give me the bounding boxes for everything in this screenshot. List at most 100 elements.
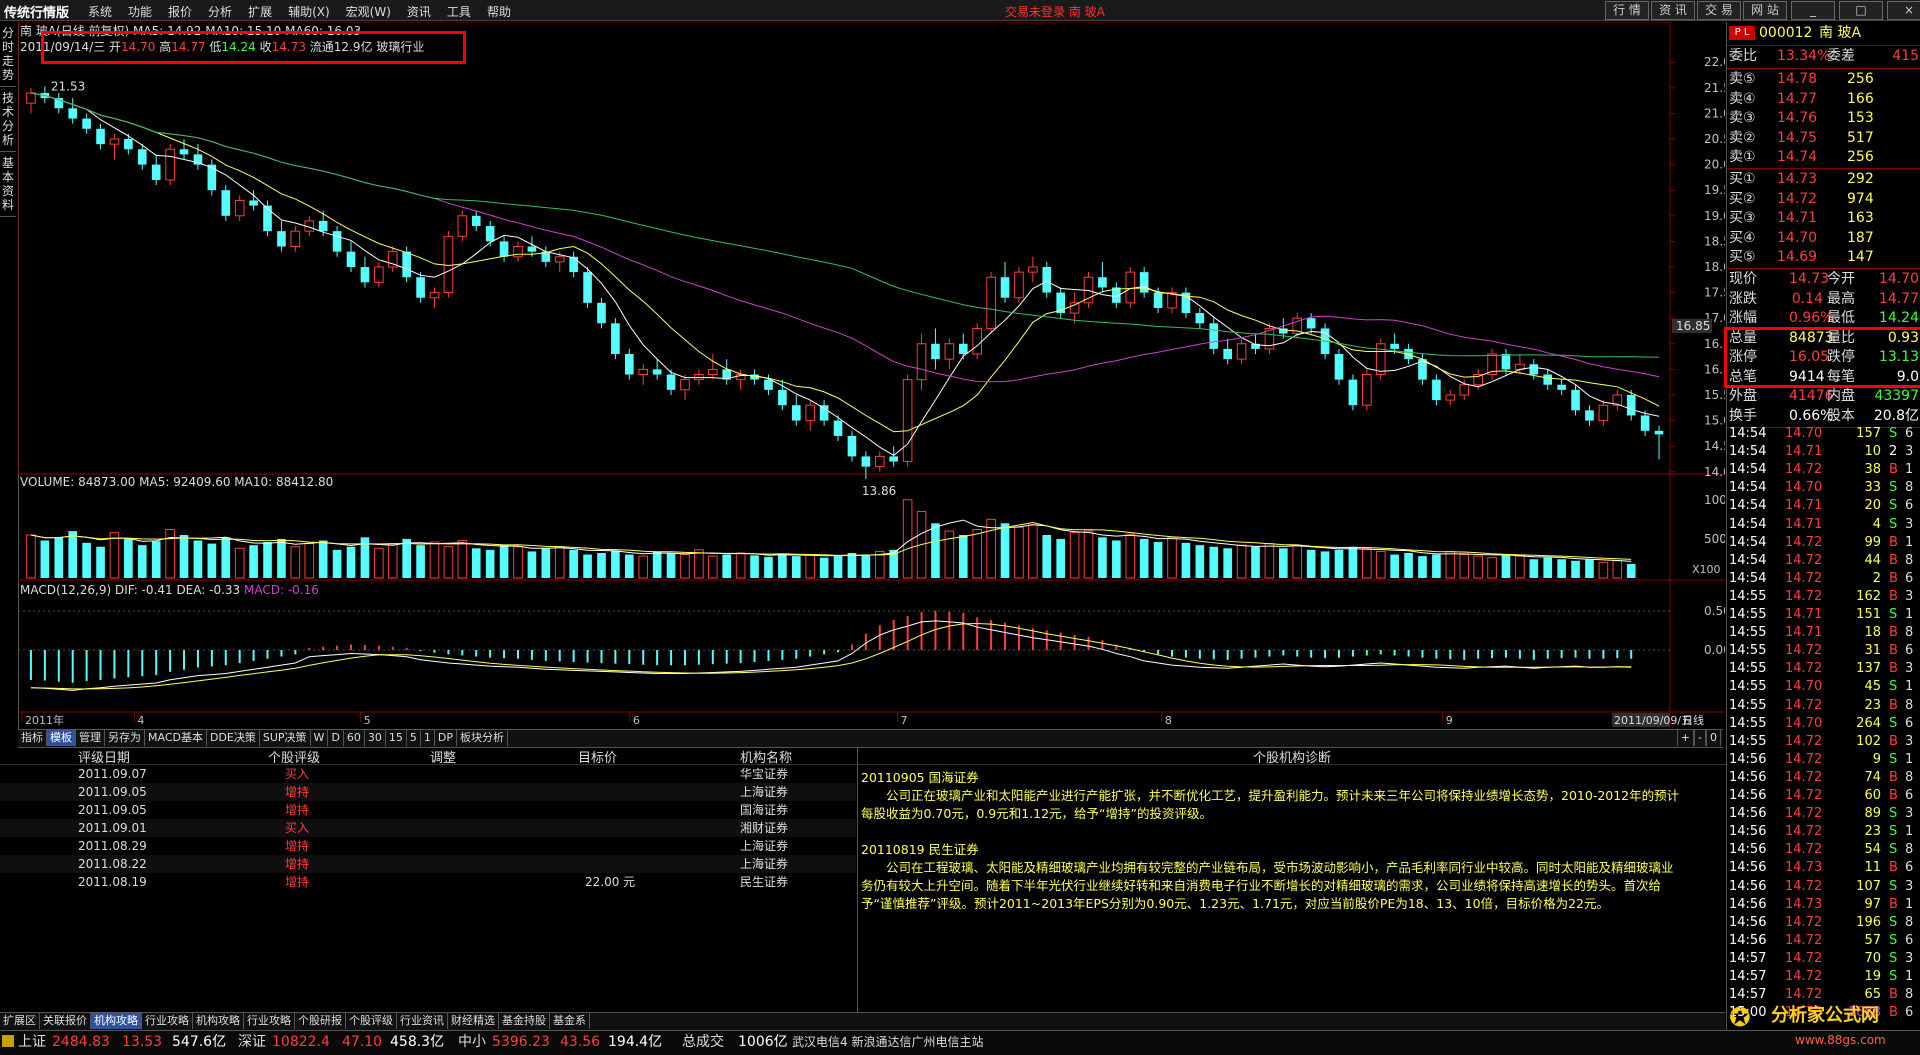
bottom-tab-9[interactable]: 财经精选: [448, 1013, 499, 1029]
volume-bar: [638, 555, 649, 579]
menu-item-0[interactable]: 系统: [88, 3, 112, 20]
kline-chart[interactable]: 南 玻A(日线 前复权) MA5: 14.92 MA10: 15.10 MA60…: [18, 22, 1725, 729]
toolbar-btn-1[interactable]: 模板: [47, 730, 76, 746]
right-tab-1[interactable]: 资 讯: [1651, 1, 1695, 20]
tick-volume: 4: [1872, 516, 1881, 532]
order-volume: 153: [1847, 110, 1874, 126]
volume-bar: [457, 539, 468, 579]
tick-time: 14:56: [1729, 806, 1767, 822]
toolbar-btn-11[interactable]: 15: [386, 730, 407, 746]
tick-row: 14:54 14.71 20 S 6: [1727, 496, 1920, 515]
ratings-row[interactable]: 2011.09.05 增持 上海证券: [0, 783, 856, 801]
toolbar-btn-4[interactable]: MACD基本: [145, 730, 207, 746]
toolbar-btn-3[interactable]: 另存为: [105, 730, 145, 746]
tick-extra: 6: [1905, 498, 1914, 514]
bottom-tab-3[interactable]: 行业攻略: [142, 1013, 193, 1029]
toolbar-btn-10[interactable]: 30: [365, 730, 386, 746]
candle: [485, 226, 495, 242]
tick-time: 14:55: [1729, 588, 1767, 604]
ratings-row[interactable]: 2011.08.19 增持 22.00 元 民生证券: [0, 873, 856, 891]
toolbar-btn-13[interactable]: 1: [421, 730, 435, 746]
bottom-tab-8[interactable]: 行业资讯: [397, 1013, 448, 1029]
tick-side: B: [1889, 697, 1898, 713]
right-tab-2[interactable]: 交 易: [1697, 1, 1741, 20]
ratings-header-2: 调整: [430, 751, 457, 766]
left-tab-2[interactable]: 基本资料: [0, 152, 16, 217]
right-tab-0[interactable]: 行 情: [1605, 1, 1649, 20]
menu-item-6[interactable]: 宏观(W): [346, 3, 391, 20]
volume-bar: [429, 541, 440, 579]
quote-title-row: P L 000012 南 玻A: [1727, 24, 1920, 43]
ratings-row[interactable]: 2011.09.07 买入 华宝证券: [0, 765, 856, 783]
toolbar-btn-7[interactable]: W: [311, 730, 329, 746]
toolbar-btn-5[interactable]: DDE决策: [207, 730, 260, 746]
bottom-tab-2[interactable]: 机构攻略: [91, 1013, 142, 1029]
toolbar-btn-2[interactable]: 管理: [76, 730, 105, 746]
tick-volume: 10: [1864, 444, 1881, 460]
volume-bar: [1000, 523, 1010, 578]
bottom-tab-5[interactable]: 行业攻略: [244, 1013, 295, 1029]
candle: [416, 277, 425, 298]
menu-item-2[interactable]: 报价: [168, 3, 192, 20]
minimize-icon[interactable]: _: [1791, 1, 1835, 20]
ratings-row[interactable]: 2011.09.05 增持 国海证券: [0, 801, 856, 819]
toolbar-btn-6[interactable]: SUP决策: [260, 730, 311, 746]
ratings-row[interactable]: 2011.09.01 买入 湘财证券: [0, 819, 856, 837]
zoom-btn-0[interactable]: +: [1676, 730, 1695, 746]
toolbar-btn-15[interactable]: 板块分析: [457, 730, 509, 746]
candle: [471, 215, 481, 227]
bottom-tab-6[interactable]: 个股研报: [295, 1013, 346, 1029]
zoom-btn-2[interactable]: 0: [1706, 730, 1721, 746]
volume-bar: [1223, 548, 1232, 578]
tick-time: 14:54: [1729, 462, 1767, 478]
menu-item-7[interactable]: 资讯: [407, 3, 431, 20]
maximize-icon[interactable]: □: [1839, 1, 1883, 20]
volume-bar: [332, 549, 342, 578]
toolbar-btn-9[interactable]: 60: [344, 730, 365, 746]
stat-label: 涨幅: [1729, 310, 1757, 326]
tick-row: 14:55 14.70 45 S 1: [1727, 677, 1920, 696]
candle: [847, 435, 857, 457]
volume-bar: [1236, 544, 1247, 579]
toolbar-btn-14[interactable]: DP: [435, 730, 458, 746]
tick-side: S: [1889, 914, 1898, 930]
toolbar-btn-8[interactable]: D: [328, 730, 344, 746]
zoom-btn-1[interactable]: -: [1694, 730, 1706, 746]
menu-item-9[interactable]: 帮助: [487, 3, 511, 20]
menu-item-5[interactable]: 辅助(X): [288, 3, 330, 20]
pl-badge-icon[interactable]: P L: [1729, 26, 1755, 40]
ratings-row[interactable]: 2011.08.29 增持 上海证券: [0, 837, 856, 855]
candle: [791, 405, 801, 421]
candle: [1223, 348, 1232, 360]
tick-price: 14.71: [1785, 444, 1823, 460]
sh-change: 13.53: [122, 1034, 163, 1050]
price-tick-label: 14.50: [1704, 439, 1725, 453]
period-label[interactable]: 日线: [1682, 713, 1704, 727]
menu-item-1[interactable]: 功能: [128, 3, 152, 20]
left-tab-0[interactable]: 分时走势: [0, 22, 16, 87]
bottom-tab-4[interactable]: 机构攻略: [193, 1013, 244, 1029]
toolbar-btn-12[interactable]: 5: [407, 730, 421, 746]
bottom-tab-7[interactable]: 个股评级: [346, 1013, 397, 1029]
bottom-tab-1[interactable]: 关联报价: [40, 1013, 91, 1029]
close-icon[interactable]: ×: [1887, 1, 1920, 20]
tick-price: 14.72: [1785, 534, 1823, 550]
menu-item-8[interactable]: 工具: [447, 3, 471, 20]
bottom-tab-10[interactable]: 基金持股: [499, 1013, 550, 1029]
stat-row: 涨幅 0.96% 最低 14.24: [1727, 309, 1920, 328]
tick-row: 14:56 14.73 97 B 1: [1727, 895, 1920, 914]
sz-amount: 458.3亿: [390, 1034, 445, 1050]
bottom-tab-0[interactable]: 扩展区: [0, 1013, 40, 1029]
order-volume: 292: [1847, 171, 1874, 187]
left-tab-1[interactable]: 技术分析: [0, 87, 16, 152]
macd-tick-label: 0.50: [1704, 604, 1725, 618]
toolbar-btn-0[interactable]: 指标: [18, 730, 47, 746]
ratings-row[interactable]: 2011.08.22 增持 上海证券: [0, 855, 856, 873]
bottom-tab-11[interactable]: 基金系: [550, 1013, 590, 1029]
menu-item-4[interactable]: 扩展: [248, 3, 272, 20]
rating-org: 国海证券: [740, 803, 789, 817]
right-tab-3[interactable]: 网 站: [1743, 1, 1787, 20]
tick-volume: 18: [1864, 625, 1881, 641]
menu-item-3[interactable]: 分析: [208, 3, 232, 20]
rating-date: 2011.09.07: [78, 767, 147, 781]
